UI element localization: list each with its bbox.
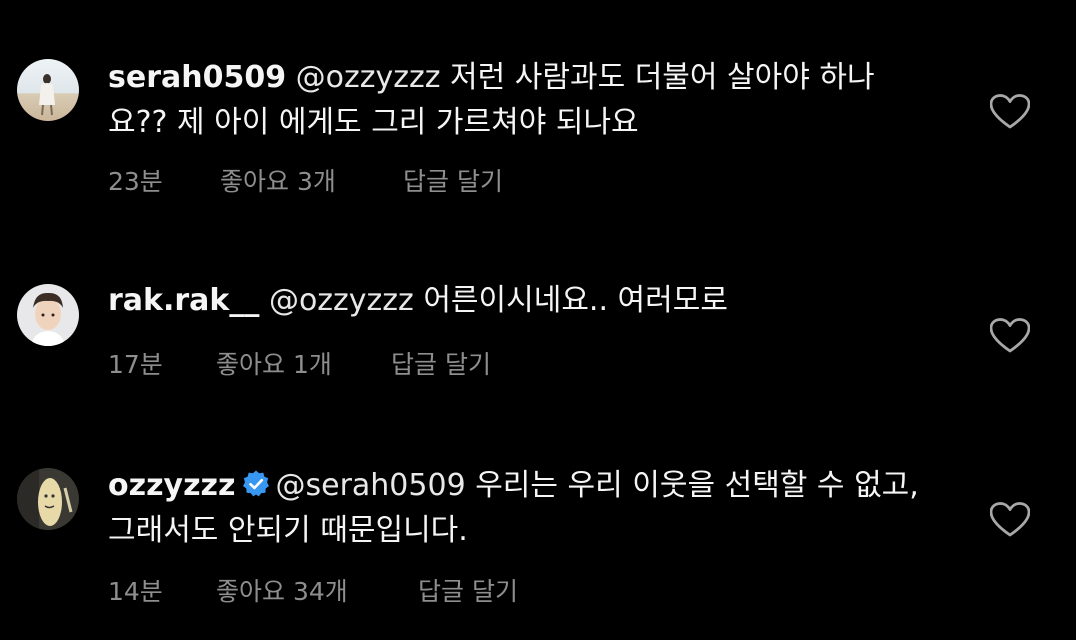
avatar[interactable] xyxy=(17,284,79,346)
comment-username[interactable]: ozzyzzz xyxy=(108,468,235,503)
comment-item: serah0509 @ozzyzzz 저런 사람과도 더불어 살아야 하나요??… xyxy=(0,0,1076,210)
heart-outline-icon[interactable] xyxy=(990,318,1030,354)
comment-username[interactable]: rak.rak__ xyxy=(108,283,259,318)
comment-item: rak.rak__ @ozzyzzz 어른이시네요.. 여러모로 17분 좋아요… xyxy=(0,210,1076,420)
comment-time: 23분 xyxy=(108,167,163,196)
heart-outline-icon[interactable] xyxy=(990,502,1030,538)
comment-likes[interactable]: 좋아요 34개 xyxy=(216,572,348,608)
reply-button[interactable]: 답글 달기 xyxy=(391,345,491,381)
avatar[interactable] xyxy=(17,468,79,530)
comment-likes[interactable]: 좋아요 3개 xyxy=(220,162,336,198)
comment-time: 17분 xyxy=(108,350,163,379)
verified-badge-icon xyxy=(243,470,270,497)
heart-outline-icon[interactable] xyxy=(990,94,1030,130)
avatar[interactable] xyxy=(17,59,79,121)
comment-mention[interactable]: @serah0509 xyxy=(275,468,465,503)
comment-time: 14분 xyxy=(108,577,163,606)
comment-text: 어른이시네요.. 여러모로 xyxy=(413,283,728,318)
comment-item: ozzyzzz @serah0509 우리는 우리 이웃을 선택할 수 없고, … xyxy=(0,420,1076,640)
reply-button[interactable]: 답글 달기 xyxy=(418,572,518,608)
comment-body: ozzyzzz @serah0509 우리는 우리 이웃을 선택할 수 없고, … xyxy=(108,463,928,553)
comment-body: serah0509 @ozzyzzz 저런 사람과도 더불어 살아야 하나요??… xyxy=(108,55,928,145)
comment-likes[interactable]: 좋아요 1개 xyxy=(216,345,332,381)
comment-body: rak.rak__ @ozzyzzz 어른이시네요.. 여러모로 xyxy=(108,278,928,323)
comment-mention[interactable]: @ozzyzzz xyxy=(269,283,414,318)
reply-button[interactable]: 답글 달기 xyxy=(403,162,503,198)
comment-mention[interactable]: @ozzyzzz xyxy=(296,60,441,95)
comment-username[interactable]: serah0509 xyxy=(108,60,286,95)
